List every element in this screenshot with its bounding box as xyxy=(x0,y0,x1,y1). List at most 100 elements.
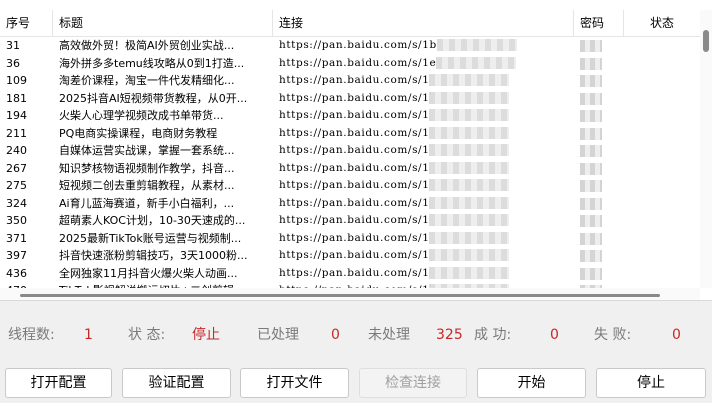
header-password[interactable]: 密码 xyxy=(574,10,624,36)
table-row[interactable]: 436 全网独家11月抖音火爆火柴人动画... https://pan.baidu.… xyxy=(0,265,700,283)
row-seq-text: 371 xyxy=(6,231,27,245)
row-password xyxy=(574,125,624,143)
row-title: PQ电商实操课程，电商财务教程 xyxy=(53,125,273,143)
redacted-password xyxy=(580,267,602,280)
redacted-link xyxy=(429,109,510,121)
row-link: https://pan.baidu.com/s/1 xyxy=(273,247,574,265)
row-title: 火柴人心理学视频改成书单带货... xyxy=(53,107,273,125)
row-link-text: https://pan.baidu.com/s/1 xyxy=(279,231,430,244)
success-value: 0 xyxy=(550,327,559,343)
row-seq-text: 350 xyxy=(6,214,27,227)
start-button[interactable]: 开始 xyxy=(477,368,586,398)
row-status xyxy=(624,265,700,283)
row-title-text: 短视频二创去重剪辑教程，从素材... xyxy=(59,179,235,192)
vertical-scrollbar[interactable] xyxy=(700,10,712,288)
table-row[interactable]: 181 2025抖音AI短视频带货教程，从0开... https://pan.bai… xyxy=(0,90,700,108)
redacted-link xyxy=(429,91,510,104)
row-password xyxy=(574,160,624,178)
header-status[interactable]: 状态 xyxy=(624,10,700,36)
row-seq: 181 xyxy=(0,90,53,108)
open-config-button[interactable]: 打开配置 xyxy=(5,368,112,398)
row-password xyxy=(574,230,624,248)
row-password xyxy=(574,90,624,108)
row-link: https://pan.baidu.com/s/1 xyxy=(273,177,574,195)
table-row[interactable]: 109 淘差价课程，淘宝一件代发精细化... https://pan.baidu.c… xyxy=(0,72,700,90)
table-row[interactable]: 36 海外拼多多temu线攻略从0到1打造... https://pan.baidu… xyxy=(0,55,700,73)
redacted-link xyxy=(429,266,510,279)
row-seq-text: 109 xyxy=(6,74,27,87)
row-link-text: https://pan.baidu.com/s/1 xyxy=(279,179,430,191)
table-row[interactable]: 324 Ai育儿蓝海赛道，新手小白福利，... https://pan.baidu.… xyxy=(0,195,700,213)
horizontal-scrollbar[interactable] xyxy=(0,288,700,300)
redacted-password xyxy=(580,215,602,227)
row-password xyxy=(574,107,624,125)
stop-button[interactable]: 停止 xyxy=(596,368,706,398)
row-seq-text: 397 xyxy=(6,249,27,262)
row-password xyxy=(574,177,624,195)
horizontal-scroll-thumb[interactable] xyxy=(20,294,660,297)
row-seq: 324 xyxy=(0,195,53,213)
header-seq[interactable]: 序号 xyxy=(0,10,53,36)
row-title-text: 自媒体运营实战课，掌握一套系统... xyxy=(59,144,235,157)
table-row[interactable]: 211 PQ电商实操课程，电商财务教程 https://pan.baidu.com/… xyxy=(0,125,700,143)
table-header: 序号 标题 连接 密码 状态 xyxy=(0,10,700,37)
header-link[interactable]: 连接 xyxy=(273,10,574,36)
row-status xyxy=(624,230,700,248)
row-title: Ai育儿蓝海赛道，新手小白福利，... xyxy=(53,195,273,213)
table-row[interactable]: 350 超萌素人KOC计划，10-30天速成的... https://pan.bai… xyxy=(0,212,700,230)
row-title: 高效做外贸！极简AI外贸创业实战... xyxy=(53,37,273,55)
row-title-text: 抖音快速涨粉剪辑技巧，3天1000粉... xyxy=(59,249,248,262)
row-seq-text: 194 xyxy=(6,109,27,122)
table-row[interactable]: 31 高效做外贸！极简AI外贸创业实战... https://pan.baidu.c… xyxy=(0,37,700,55)
table-row[interactable]: 240 自媒体运营实战课，掌握一套系统... https://pan.baidu.c… xyxy=(0,142,700,160)
row-status xyxy=(624,177,700,195)
redacted-link xyxy=(436,56,517,69)
row-link: https://pan.baidu.com/s/1b xyxy=(273,37,574,55)
row-title: 抖音快速涨粉剪辑技巧，3天1000粉... xyxy=(53,247,273,265)
row-status xyxy=(624,72,700,90)
row-title: 全网独家11月抖音火爆火柴人动画... xyxy=(53,265,273,283)
row-link-text: https://pan.baidu.com/s/1 xyxy=(279,249,430,261)
redacted-password xyxy=(580,57,602,70)
row-link-text: https://pan.baidu.com/s/1 xyxy=(279,214,430,226)
vertical-scroll-thumb[interactable] xyxy=(703,30,709,52)
row-title-text: 2025抖音AI短视频带货教程，从0开... xyxy=(59,91,248,105)
row-status xyxy=(624,125,700,143)
redacted-password xyxy=(580,110,602,122)
row-title: 知识梦核物语视频制作教学，抖音... xyxy=(53,160,273,178)
table-row[interactable]: 267 知识梦核物语视频制作教学，抖音... https://pan.baidu.c… xyxy=(0,160,700,178)
row-link: https://pan.baidu.com/s/1 xyxy=(273,195,574,213)
row-link-text: https://pan.baidu.com/s/1 xyxy=(279,144,430,156)
row-status xyxy=(624,37,700,55)
row-link: https://pan.baidu.com/s/1 xyxy=(273,90,574,108)
row-seq-text: 36 xyxy=(6,56,20,70)
row-title: 2025抖音AI短视频带货教程，从0开... xyxy=(53,90,273,108)
verify-config-button[interactable]: 验证配置 xyxy=(122,368,231,398)
table-row[interactable]: 371 2025最新TikTok账号运营与视频制... https://pan.ba… xyxy=(0,230,700,248)
check-link-button[interactable]: 检查连接 xyxy=(359,368,467,398)
unprocessed-value: 325 xyxy=(436,327,463,343)
row-seq: 31 xyxy=(0,37,53,55)
row-status xyxy=(624,212,700,230)
row-seq: 267 xyxy=(0,160,53,178)
row-seq-text: 181 xyxy=(6,91,27,105)
row-link-text: https://pan.baidu.com/s/1 xyxy=(279,109,430,121)
row-seq-text: 240 xyxy=(6,144,27,157)
table-row[interactable]: 397 抖音快速涨粉剪辑技巧，3天1000粉... https://pan.baid… xyxy=(0,247,700,265)
processed-label: 已处理 xyxy=(257,327,299,343)
row-status xyxy=(624,247,700,265)
open-file-button[interactable]: 打开文件 xyxy=(240,368,349,398)
row-link-text: https://pan.baidu.com/s/1 xyxy=(279,196,430,209)
threads-value: 1 xyxy=(84,327,93,343)
table-row[interactable]: 275 短视频二创去重剪辑教程，从素材... https://pan.baidu.c… xyxy=(0,177,700,195)
row-password xyxy=(574,55,624,73)
table-row[interactable]: 194 火柴人心理学视频改成书单带货... https://pan.baidu.co… xyxy=(0,107,700,125)
redacted-password xyxy=(580,127,602,140)
row-seq-text: 211 xyxy=(6,126,27,140)
row-status xyxy=(624,195,700,213)
row-link: https://pan.baidu.com/s/1 xyxy=(273,160,574,178)
redacted-link xyxy=(429,126,510,139)
redacted-link xyxy=(429,214,510,226)
header-title[interactable]: 标题 xyxy=(53,10,273,36)
row-seq: 194 xyxy=(0,107,53,125)
